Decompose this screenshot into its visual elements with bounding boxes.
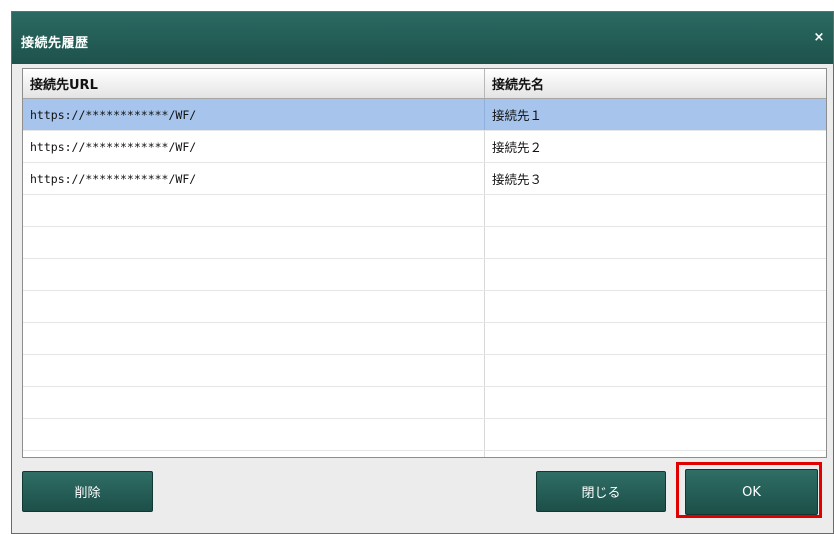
empty-table-row [23,290,826,323]
row-url-cell[interactable]: https://************/WF/ [23,98,485,131]
empty-table-row [23,386,826,419]
empty-table-row [23,322,826,355]
row-name-cell[interactable]: 接続先１ [484,98,826,131]
empty-cell [484,354,826,387]
empty-table-row [23,226,826,259]
row-name-cell[interactable]: 接続先２ [484,130,826,163]
empty-cell [23,322,485,355]
row-url-cell[interactable]: https://************/WF/ [23,130,485,163]
ok-button[interactable]: OK [685,469,818,515]
connection-history-grid: 接続先URL 接続先名 https://************/WF/接続先１… [22,68,827,458]
close-icon[interactable]: × [812,30,826,45]
dialog-title-bar: 接続先履歴 × [12,12,833,64]
empty-cell [23,354,485,387]
column-header-name[interactable]: 接続先名 [484,69,826,99]
row-url-cell[interactable]: https://************/WF/ [23,162,485,195]
empty-cell [23,226,485,259]
close-button[interactable]: 閉じる [536,471,666,512]
empty-table-row [23,258,826,291]
row-name-cell[interactable]: 接続先３ [484,162,826,195]
empty-table-row [23,194,826,227]
empty-cell [484,418,826,451]
empty-table-row [23,450,826,457]
empty-table-row [23,418,826,451]
empty-cell [23,290,485,323]
table-row[interactable]: https://************/WF/接続先１ [23,98,826,131]
empty-cell [484,386,826,419]
connection-table: 接続先URL 接続先名 https://************/WF/接続先１… [23,69,826,457]
empty-cell [484,226,826,259]
dialog-title: 接続先履歴 [21,36,89,51]
empty-cell [23,194,485,227]
empty-cell [23,450,485,457]
table-row[interactable]: https://************/WF/接続先２ [23,130,826,163]
table-row[interactable]: https://************/WF/接続先３ [23,162,826,195]
table-header-row: 接続先URL 接続先名 [23,69,826,99]
empty-cell [484,194,826,227]
empty-cell [484,322,826,355]
empty-table-row [23,354,826,387]
empty-cell [484,258,826,291]
empty-cell [484,450,826,457]
delete-button[interactable]: 削除 [22,471,153,512]
empty-cell [484,290,826,323]
empty-cell [23,386,485,419]
column-header-url[interactable]: 接続先URL [23,69,485,99]
empty-cell [23,258,485,291]
empty-cell [23,418,485,451]
